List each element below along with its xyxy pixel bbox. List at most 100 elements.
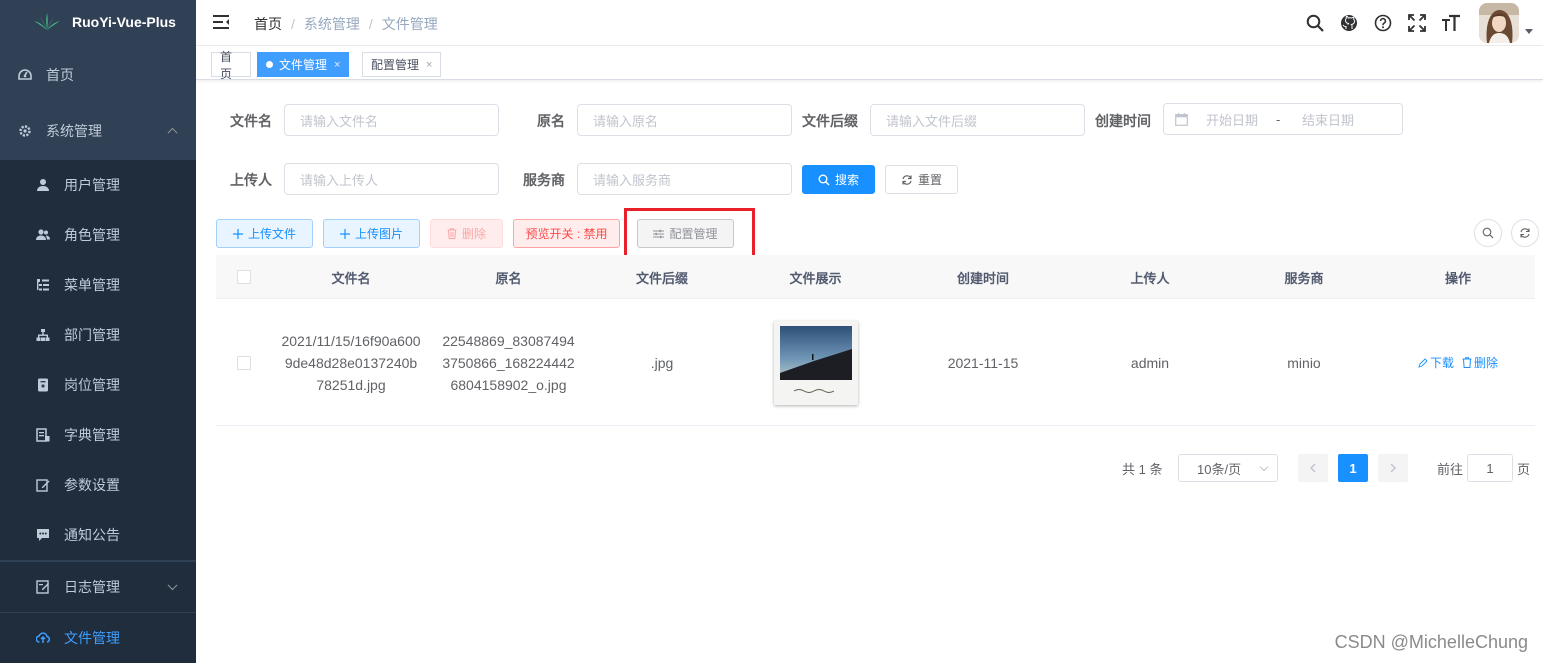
- user-icon: [36, 178, 50, 192]
- sidebar-item-users[interactable]: 用户管理: [0, 160, 196, 210]
- service-provider-cell: minio: [1287, 354, 1321, 371]
- original-name-input[interactable]: 请输入原名: [577, 104, 792, 136]
- search-icon[interactable]: [1305, 13, 1325, 33]
- upload-file-button[interactable]: 上传文件: [216, 219, 313, 248]
- service-provider-input[interactable]: 请输入服务商: [577, 163, 792, 195]
- preview-switch-button[interactable]: 预览开关 : 禁用: [513, 219, 620, 248]
- config-management-label: 配置管理: [669, 227, 718, 241]
- delete-button[interactable]: 删除: [430, 219, 503, 248]
- search-button[interactable]: 搜索: [802, 165, 875, 194]
- sidebar-item-label: 通知公告: [64, 527, 120, 543]
- caret-down-icon[interactable]: [1525, 28, 1533, 34]
- close-icon[interactable]: ×: [426, 59, 432, 71]
- sidebar-item-label: 岗位管理: [64, 377, 120, 393]
- delete-button-label: 删除: [461, 227, 486, 241]
- goto-page-input[interactable]: 1: [1467, 454, 1513, 482]
- breadcrumb-home[interactable]: 首页: [254, 14, 282, 34]
- avatar[interactable]: [1479, 3, 1519, 43]
- search-button-label: 搜索: [834, 173, 859, 187]
- app-title: RuoYi-Vue-Plus: [72, 14, 176, 30]
- sidebar-item-label: 角色管理: [64, 227, 120, 243]
- file-suffix-label: 文件后缀: [802, 113, 858, 129]
- date-range-picker[interactable]: 开始日期 - 结束日期: [1163, 103, 1403, 135]
- reset-button[interactable]: 重置: [885, 165, 958, 194]
- tag-file-management[interactable]: 文件管理 ×: [257, 52, 350, 77]
- search-icon: [818, 174, 830, 186]
- sidebar-item-system[interactable]: 系统管理: [0, 106, 196, 156]
- sidebar-item-departments[interactable]: 部门管理: [0, 310, 196, 360]
- watermark: CSDN @MichelleChung: [1334, 632, 1528, 652]
- file-preview-thumbnail[interactable]: [773, 320, 858, 405]
- sidebar-item-notice[interactable]: 通知公告: [0, 510, 196, 560]
- file-suffix-input[interactable]: 请输入文件后缀: [870, 104, 1085, 136]
- question-icon[interactable]: [1373, 13, 1393, 33]
- sidebar-item-posts[interactable]: 岗位管理: [0, 360, 196, 410]
- right-menu: [1305, 0, 1543, 46]
- sidebar-item-label: 文件管理: [64, 630, 120, 646]
- close-icon[interactable]: ×: [334, 59, 340, 71]
- reset-button-label: 重置: [917, 173, 942, 187]
- sidebar-item-dict[interactable]: 字典管理: [0, 410, 196, 460]
- tag-config-management[interactable]: 配置管理 ×: [362, 52, 442, 77]
- upload-image-button[interactable]: 上传图片: [323, 219, 420, 248]
- sidebar-item-label: 参数设置: [64, 477, 120, 493]
- column-header: 文件展示: [789, 270, 842, 286]
- refresh-icon: [1520, 228, 1530, 238]
- created-time-label: 创建时间: [1095, 113, 1151, 129]
- download-link[interactable]: 下载: [1418, 352, 1454, 374]
- uploader-input[interactable]: 请输入上传人: [284, 163, 499, 195]
- sidebar-item-label: 部门管理: [64, 327, 120, 343]
- plus-icon: [339, 228, 350, 239]
- service-provider-label: 服务商: [523, 172, 565, 188]
- sidebar-item-roles[interactable]: 角色管理: [0, 210, 196, 260]
- select-all-cell: [216, 255, 271, 299]
- preview-switch-label: 预览开关 : 禁用: [525, 227, 608, 241]
- original-name-line: 22548869_83087494: [442, 332, 575, 349]
- sidebar-item-files[interactable]: 文件管理: [0, 613, 196, 663]
- chevron-up-icon: [167, 127, 178, 138]
- upload-file-label: 上传文件: [247, 227, 296, 241]
- next-page-button[interactable]: [1378, 454, 1408, 482]
- message-icon: [36, 528, 50, 542]
- sidebar-item-config[interactable]: 参数设置: [0, 460, 196, 510]
- file-name-input[interactable]: 请输入文件名: [284, 104, 499, 136]
- font-size-icon[interactable]: [1441, 13, 1461, 33]
- original-name-line: 3750866_168224442: [442, 354, 575, 371]
- refresh-icon: [901, 174, 913, 186]
- plus-icon: [232, 228, 243, 239]
- sidebar-item-label: 菜单管理: [64, 277, 120, 293]
- start-date-input[interactable]: 开始日期: [1206, 110, 1276, 129]
- config-management-button[interactable]: 配置管理: [637, 219, 734, 248]
- select-all-checkbox[interactable]: [236, 270, 251, 284]
- chevron-down-icon: [167, 580, 178, 591]
- toggle-search-button[interactable]: [1474, 219, 1502, 247]
- edit-icon: [36, 478, 50, 492]
- post-icon: [36, 378, 50, 392]
- tag-home[interactable]: 首页: [211, 50, 251, 81]
- dict-icon: [36, 428, 50, 442]
- prev-page-button[interactable]: [1298, 454, 1328, 482]
- app-logo[interactable]: RuoYi-Vue-Plus: [0, 0, 196, 44]
- chevron-left-icon: [1310, 463, 1316, 473]
- edit-icon: [1418, 357, 1428, 368]
- fullscreen-icon[interactable]: [1407, 13, 1427, 33]
- delete-link[interactable]: 删除: [1462, 352, 1498, 374]
- download-link-label: 下载: [1429, 355, 1454, 370]
- tags-view: 首页 文件管理 × 配置管理 ×: [196, 46, 1543, 81]
- refresh-table-button[interactable]: [1511, 219, 1539, 247]
- sidebar-item-menus[interactable]: 菜单管理: [0, 260, 196, 310]
- sidebar-item-home[interactable]: 首页: [0, 50, 196, 100]
- created-time-cell: 2021-11-15: [947, 354, 1019, 371]
- page-number-button[interactable]: 1: [1338, 454, 1368, 482]
- end-date-input[interactable]: 结束日期: [1302, 110, 1382, 129]
- table-header: 文件名 原名 文件后缀 文件展示 创建时间 上传人 服务商 操作: [216, 255, 1535, 299]
- sidebar-item-logs[interactable]: 日志管理: [0, 562, 196, 612]
- row-checkbox[interactable]: [236, 355, 251, 370]
- range-separator: -: [1276, 111, 1281, 127]
- dashboard-icon: [18, 68, 32, 82]
- page-size-select[interactable]: 10条/页: [1178, 454, 1278, 482]
- chevron-down-icon: [1259, 462, 1269, 472]
- github-icon[interactable]: [1339, 13, 1359, 33]
- hamburger-icon[interactable]: [213, 14, 229, 30]
- gear-icon: [18, 124, 32, 138]
